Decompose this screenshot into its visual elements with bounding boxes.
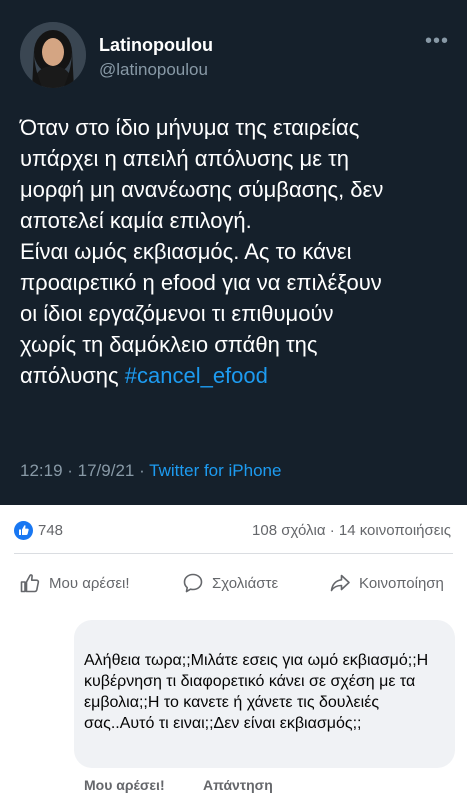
tweet-body: Όταν στο ίδιο μήνυμα της εταιρείας υπάρχ… [20,115,384,388]
comment-bubble[interactable]: Αλήθεια τωρα;;Μιλάτε εσεις για ωμό εκβια… [74,620,455,768]
like-reaction-icon[interactable] [14,521,33,540]
tweet-text: Όταν στο ίδιο μήνυμα της εταιρείας υπάρχ… [20,112,460,391]
comment-button[interactable]: Σχολιάστε [182,570,278,596]
comment-icon [183,573,203,593]
tweet-timestamp: 12:19 · 17/9/21 · [20,461,150,480]
more-icon[interactable]: ••• [425,30,449,53]
divider [14,553,453,554]
post-stats: 748 108 σχόλια · 14 κοινοποιήσεις [0,505,467,555]
comments-shares-count[interactable]: 108 σχόλια · 14 κοινοποιήσεις [252,522,451,539]
share-button[interactable]: Κοινοποίηση [329,570,444,596]
comment-like-button[interactable]: Μου αρέσει! [84,777,165,793]
user-handle[interactable]: @latinopoulou [99,60,208,80]
like-label: Μου αρέσει! [49,574,130,592]
share-label: Κοινοποίηση [359,574,444,592]
tweet-card: Latinopoulou @latinopoulou ••• Όταν στο … [0,0,467,505]
hashtag-link[interactable]: #cancel_efood [125,363,268,388]
avatar[interactable] [20,22,86,88]
share-icon [330,574,350,592]
thumbs-up-icon [20,574,40,593]
comment-reply-button[interactable]: Απάντηση [203,777,273,793]
like-button[interactable]: Μου αρέσει! [19,570,130,596]
like-count[interactable]: 748 [38,522,63,539]
tweet-meta: 12:19 · 17/9/21 · Twitter for iPhone [20,461,281,481]
comment-label: Σχολιάστε [212,574,279,592]
avatar-image [20,22,86,88]
display-name[interactable]: Latinopoulou [99,35,213,56]
tweet-source-link[interactable]: Twitter for iPhone [149,461,281,480]
post-actions: Μου αρέσει! Σχολιάστε Κοινοποίηση [0,560,467,604]
comment-text: Αλήθεια τωρα;;Μιλάτε εσεις για ωμό εκβια… [84,652,429,732]
